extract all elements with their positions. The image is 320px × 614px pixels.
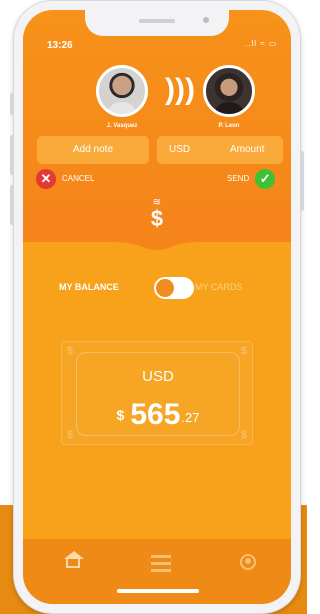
- power-button: [300, 151, 304, 211]
- banknote-corner-icon: $: [240, 345, 247, 357]
- device-notch: [85, 10, 229, 36]
- my-cards-label[interactable]: MY CARDS: [195, 282, 242, 292]
- volume-up-button: [10, 135, 14, 175]
- send-button[interactable]: SEND ✓: [227, 169, 276, 189]
- cancel-button[interactable]: ✕ CANCEL: [36, 169, 94, 189]
- amount-placeholder: Amount: [230, 144, 265, 155]
- balance-integer: 565: [130, 398, 181, 431]
- bottom-tab-bar: [23, 539, 291, 604]
- profile-icon: [240, 554, 256, 570]
- app-screen: 13:26 ..ll ≈ ▭ ))) J. Vasquez P. Leon Ad…: [23, 10, 291, 604]
- my-balance-label[interactable]: MY BALANCE: [59, 282, 119, 292]
- note-input[interactable]: Add note: [37, 136, 149, 164]
- amount-currency-selector[interactable]: USD: [169, 136, 190, 164]
- source-toggle-switch[interactable]: [154, 277, 194, 299]
- dollar-signal-icon: ≋ $: [150, 197, 164, 231]
- receiver-avatar[interactable]: [203, 65, 255, 117]
- banknote-corner-icon: $: [67, 345, 74, 357]
- check-icon: ✓: [255, 169, 276, 189]
- tab-profile[interactable]: [238, 553, 260, 573]
- balance-currency: USD: [142, 368, 174, 385]
- tab-home[interactable]: [63, 551, 85, 573]
- home-indicator[interactable]: [117, 589, 199, 593]
- balance-amount: $565.27: [62, 398, 254, 432]
- balance-card: $ $ $ $ USD $565.27: [61, 341, 253, 445]
- list-icon-line: [151, 562, 171, 565]
- send-label: SEND: [227, 174, 250, 183]
- source-toggle-row: MY BALANCE MY CARDS: [23, 276, 291, 300]
- balance-decimal: .27: [181, 410, 200, 425]
- sender-name: J. Vasquez: [106, 123, 138, 129]
- speaker-grille: [139, 19, 175, 23]
- contactless-signal-icon: ))): [165, 73, 195, 106]
- close-icon: ✕: [36, 169, 56, 189]
- phone-frame: 13:26 ..ll ≈ ▭ ))) J. Vasquez P. Leon Ad…: [10, 1, 304, 613]
- avatar-shirt: [214, 102, 244, 114]
- cancel-label: CANCEL: [62, 174, 95, 183]
- toggle-knob: [156, 279, 174, 297]
- home-icon-body: [66, 557, 80, 568]
- avatar-shirt: [107, 102, 137, 114]
- mute-switch: [10, 93, 14, 115]
- list-icon: [151, 555, 171, 558]
- volume-down-button: [10, 185, 14, 225]
- sender-avatar[interactable]: [96, 65, 148, 117]
- list-icon-line: [151, 569, 171, 572]
- status-icons: ..ll ≈ ▭: [245, 39, 278, 48]
- tab-list[interactable]: [151, 553, 173, 573]
- front-camera: [203, 17, 209, 23]
- balance-symbol: $: [116, 407, 125, 423]
- status-time: 13:26: [47, 40, 73, 51]
- amount-input[interactable]: USD Amount: [157, 136, 283, 164]
- receiver-name: P. Leon: [218, 123, 240, 129]
